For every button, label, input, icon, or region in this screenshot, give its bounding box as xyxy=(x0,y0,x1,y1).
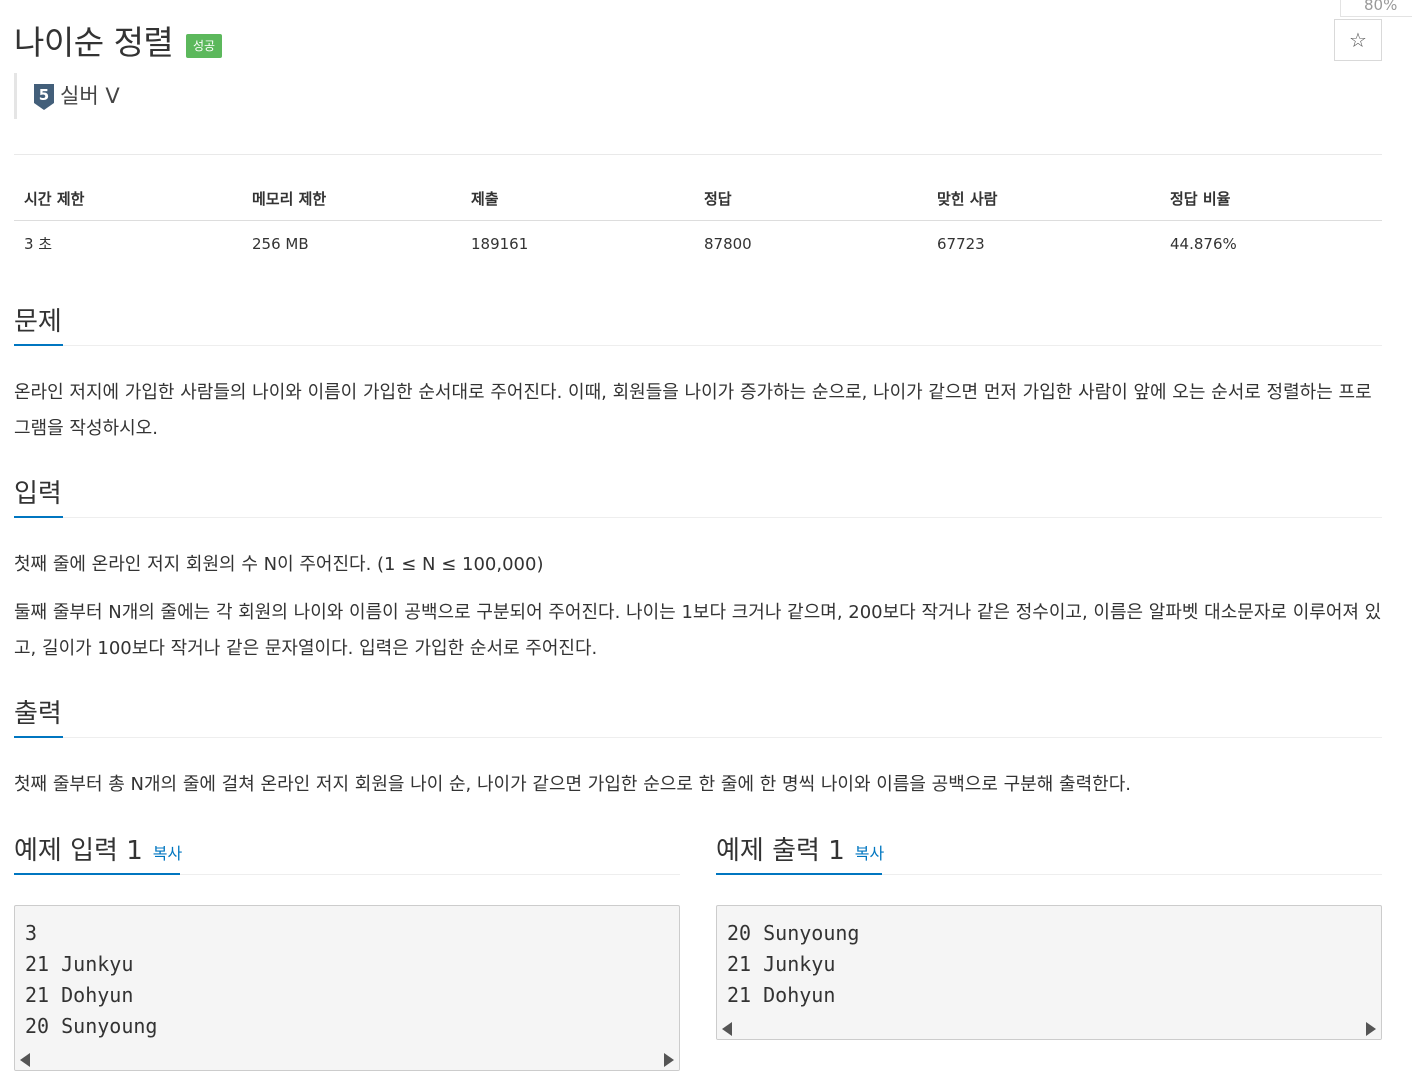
sample-input-title: 예제 입력 1 xyxy=(14,836,143,866)
sample-output-heading: 예제 출력 1 복사 xyxy=(716,830,884,867)
output-description: 첫째 줄부터 총 N개의 줄에 걸쳐 온라인 저지 회원을 나이 순, 나이가 … xyxy=(14,774,1131,795)
input-description-1: 첫째 줄에 온라인 저지 회원의 수 N이 주어진다. (1 ≤ N ≤ 100… xyxy=(14,554,544,575)
section-underline xyxy=(14,873,180,875)
accepted-header: 정답 xyxy=(694,178,927,221)
copy-sample-output-link[interactable]: 복사 xyxy=(855,844,884,863)
tier-badge-icon: 5 xyxy=(34,84,54,110)
scroll-left-icon[interactable] xyxy=(722,1022,732,1036)
horizontal-scrollbar[interactable] xyxy=(717,1017,1381,1039)
accepted-value: 87800 xyxy=(704,234,752,253)
accuracy-value: 44.876% xyxy=(1170,234,1237,253)
memory-limit-header: 메모리 제한 xyxy=(242,178,461,221)
submissions-header: 제출 xyxy=(461,178,694,221)
section-underline xyxy=(716,873,882,875)
scroll-left-icon[interactable] xyxy=(20,1053,30,1067)
zoom-label: 80% xyxy=(1364,0,1398,14)
tier-number: 5 xyxy=(39,86,49,104)
memory-limit-value: 256 MB xyxy=(252,234,309,253)
submissions-value: 189161 xyxy=(471,234,529,253)
sample-input-box[interactable]: 3 21 Junkyu 21 Dohyun 20 Sunyoung xyxy=(14,905,680,1071)
section-divider xyxy=(14,737,1382,738)
time-limit-value: 3 초 xyxy=(24,235,53,253)
problem-section-title: 문제 xyxy=(14,307,62,337)
sample-output-box[interactable]: 20 Sunyoung 21 Junkyu 21 Dohyun xyxy=(716,905,1382,1040)
solved-users-value: 67723 xyxy=(937,234,985,253)
time-limit-header: 시간 제한 xyxy=(14,178,242,221)
sample-output-title: 예제 출력 1 xyxy=(716,836,845,866)
tier-label: 실버 V xyxy=(60,84,120,108)
copy-sample-input-link[interactable]: 복사 xyxy=(153,844,182,863)
section-underline xyxy=(14,516,63,518)
horizontal-scrollbar[interactable] xyxy=(15,1048,679,1070)
sample-input-content[interactable]: 3 21 Junkyu 21 Dohyun 20 Sunyoung xyxy=(15,906,679,1042)
star-icon: ☆ xyxy=(1349,28,1367,52)
scroll-right-icon[interactable] xyxy=(1366,1022,1376,1036)
section-divider xyxy=(14,517,1382,518)
section-underline xyxy=(14,344,63,346)
output-section-title: 출력 xyxy=(14,699,62,729)
header-divider xyxy=(14,154,1382,155)
star-button[interactable]: ☆ xyxy=(1334,19,1382,61)
sample-output-content[interactable]: 20 Sunyoung 21 Junkyu 21 Dohyun xyxy=(717,906,1381,1011)
problem-title: 나이순 정렬 xyxy=(14,23,174,62)
solved-users-header: 맞힌 사람 xyxy=(927,178,1160,221)
accuracy-header: 정답 비율 xyxy=(1160,178,1382,221)
problem-info-table: 시간 제한 메모리 제한 제출 정답 맞힌 사람 정답 비율 3 초 256 M… xyxy=(14,178,1382,266)
table-header-row: 시간 제한 메모리 제한 제출 정답 맞힌 사람 정답 비율 xyxy=(14,178,1382,221)
status-badge: 성공 xyxy=(186,34,223,58)
table-row: 3 초 256 MB 189161 87800 67723 44.876% xyxy=(14,221,1382,267)
sample-input-heading: 예제 입력 1 복사 xyxy=(14,830,182,867)
tier-container xyxy=(14,73,17,119)
section-divider xyxy=(14,345,1382,346)
problem-description: 온라인 저지에 가입한 사람들의 나이와 이름이 가입한 순서대로 주어진다. … xyxy=(14,382,1372,439)
section-underline xyxy=(14,736,63,738)
scroll-right-icon[interactable] xyxy=(664,1053,674,1067)
input-section-title: 입력 xyxy=(14,479,62,509)
input-description-2: 둘째 줄부터 N개의 줄에는 각 회원의 나이와 이름이 공백으로 구분되어 주… xyxy=(14,602,1382,659)
